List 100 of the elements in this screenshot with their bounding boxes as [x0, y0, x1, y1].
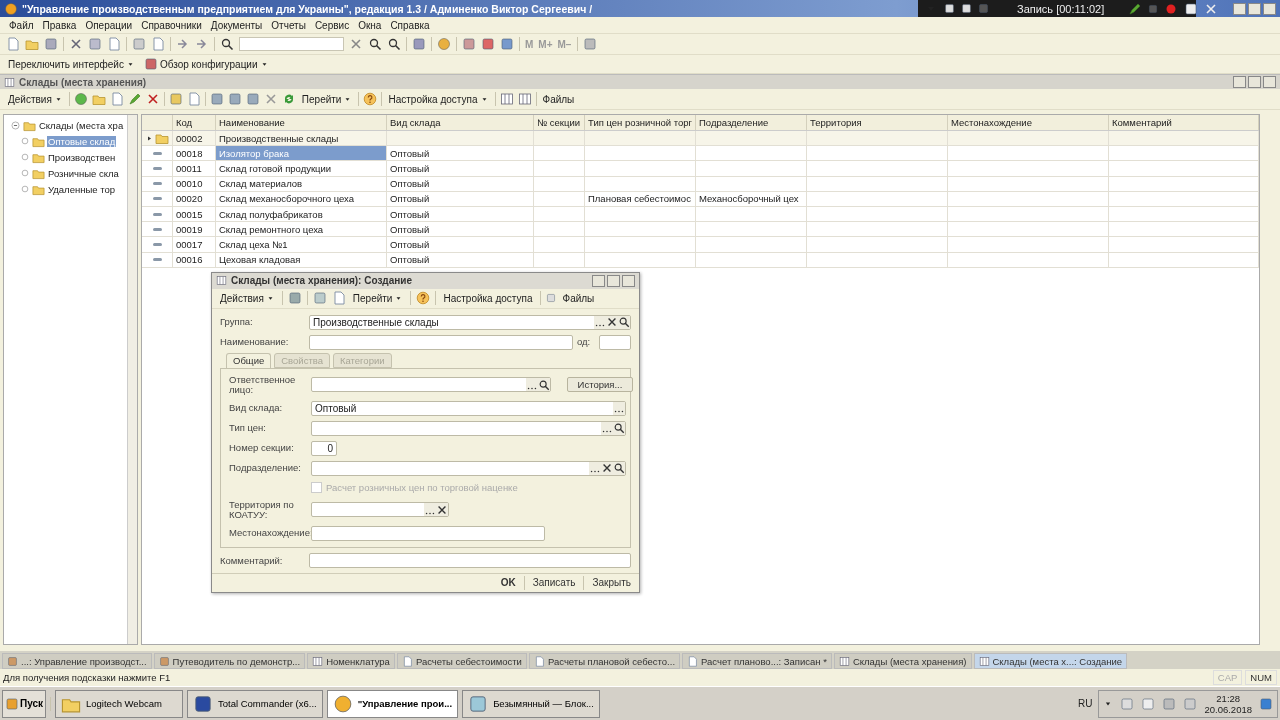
column-header[interactable]: № секции: [534, 115, 585, 130]
lookup-field[interactable]: [311, 377, 551, 393]
tree-item[interactable]: Склады (места хра: [38, 119, 125, 131]
lookup-field[interactable]: Оптовый: [311, 400, 626, 416]
menu-item[interactable]: Окна: [355, 19, 385, 31]
cut-icon[interactable]: [69, 37, 83, 51]
taskbar-button[interactable]: Безымянный — Блок...: [462, 689, 600, 718]
add-folder-icon[interactable]: [91, 92, 106, 106]
search-icon[interactable]: [613, 462, 625, 475]
restore-button[interactable]: [1248, 76, 1261, 88]
minimize-button[interactable]: [592, 274, 605, 287]
taskbar-button[interactable]: Logitech Webcam: [55, 689, 183, 718]
dialog-button[interactable]: Записать: [530, 577, 578, 589]
pencil-icon[interactable]: [1128, 1, 1143, 16]
window-tab[interactable]: Склады (места х...: Создание: [973, 653, 1128, 669]
start-button[interactable]: Пуск: [2, 689, 46, 718]
go-menu[interactable]: Перейти: [299, 93, 355, 105]
window-tab[interactable]: Путеводитель по демонстр...: [153, 653, 306, 669]
taskbar-button[interactable]: Total Commander (x6...: [187, 689, 323, 718]
info-icon[interactable]: [437, 37, 451, 51]
window-tab[interactable]: ...: Управление производст...: [2, 653, 152, 669]
redo-icon[interactable]: [195, 37, 209, 51]
name-field[interactable]: [309, 334, 573, 350]
column-header[interactable]: Комментарий: [1109, 115, 1259, 130]
open-folder-icon[interactable]: [25, 37, 39, 51]
menu-item[interactable]: Справка: [387, 19, 433, 31]
close-button[interactable]: [1263, 76, 1276, 88]
menu-item[interactable]: Сервис: [311, 19, 353, 31]
column-header[interactable]: Тип цен розничной торг: [585, 115, 696, 130]
restore-button[interactable]: [1248, 2, 1261, 15]
menu-item[interactable]: Отчеты: [268, 19, 309, 31]
access-settings-menu[interactable]: Настройка доступа: [386, 93, 491, 105]
column-header[interactable]: Вид склада: [387, 115, 534, 130]
columns-icon[interactable]: [499, 92, 514, 106]
lookup-field[interactable]: [311, 460, 626, 476]
code-field[interactable]: [599, 334, 631, 350]
column-header[interactable]: Код: [173, 115, 216, 130]
column-header[interactable]: Подразделение: [696, 115, 807, 130]
search-icon[interactable]: [220, 37, 234, 51]
collapse-icon[interactable]: [10, 119, 21, 131]
actions-menu[interactable]: Действия: [6, 93, 65, 105]
taskbar-button[interactable]: "Управление прои...: [326, 689, 459, 718]
tab[interactable]: Общие: [226, 352, 272, 368]
help-icon[interactable]: [416, 291, 431, 306]
tree-item[interactable]: Розничные скла: [47, 167, 120, 179]
go-menu[interactable]: Перейти: [350, 292, 406, 304]
tree-item[interactable]: Производствен: [47, 151, 117, 163]
paste-icon[interactable]: [107, 37, 121, 51]
find-next-icon[interactable]: [368, 37, 382, 51]
preview-icon[interactable]: [151, 37, 165, 51]
access-settings-menu[interactable]: Настройка доступа: [441, 292, 535, 304]
window-tab[interactable]: Склады (места хранения): [833, 653, 972, 669]
column-header[interactable]: Местонахождение: [948, 115, 1109, 130]
lookup-field[interactable]: [311, 420, 626, 436]
help-icon[interactable]: [363, 92, 378, 106]
search-icon[interactable]: [618, 316, 630, 329]
actions-menu[interactable]: Действия: [218, 292, 277, 304]
find-prev-icon[interactable]: [387, 37, 401, 51]
switch-interface-menu[interactable]: Переключить интерфейс: [6, 58, 137, 70]
clock[interactable]: 21:28 20.06.2018: [1204, 692, 1252, 715]
scrollbar[interactable]: [127, 115, 137, 644]
menu-item[interactable]: Файл: [6, 19, 37, 31]
language-indicator[interactable]: RU: [1078, 698, 1093, 709]
group-field[interactable]: Производственные склады: [309, 314, 631, 330]
lookup-field[interactable]: [311, 502, 449, 518]
maximize-button[interactable]: [607, 274, 620, 287]
window-tab[interactable]: Расчеты себестоимости: [396, 653, 527, 669]
add-icon[interactable]: [73, 92, 88, 106]
menu-item[interactable]: Документы: [207, 19, 266, 31]
level-up-icon[interactable]: [186, 92, 201, 106]
window-tab[interactable]: Расчет планово...: Записан *: [682, 653, 832, 669]
text-field[interactable]: [311, 525, 545, 541]
files-button[interactable]: Файлы: [540, 93, 577, 105]
search-field[interactable]: [239, 37, 344, 51]
close-button[interactable]: [1263, 2, 1276, 15]
close-icon[interactable]: [1204, 1, 1219, 16]
comment-field[interactable]: [309, 553, 631, 569]
edit-icon[interactable]: [127, 92, 142, 106]
minimize-button[interactable]: [1233, 76, 1246, 88]
expand-icon[interactable]: [145, 134, 153, 142]
delete-icon[interactable]: [145, 92, 160, 106]
dialog-button[interactable]: Закрыть: [590, 577, 633, 589]
column-header[interactable]: Наименование: [216, 115, 387, 130]
window-tab[interactable]: Расчеты плановой себесто...: [528, 653, 681, 669]
menu-item[interactable]: Операции: [82, 19, 136, 31]
menu-item[interactable]: Справочники: [138, 19, 205, 31]
menu-item[interactable]: Правка: [39, 19, 80, 31]
minimize-button[interactable]: [1233, 2, 1246, 15]
configuration-overview-button[interactable]: Обзор конфигурации: [141, 57, 271, 71]
tree-item[interactable]: Удаленные тор: [47, 183, 116, 195]
history-button[interactable]: История...: [567, 377, 633, 393]
window-tab[interactable]: Номенклатура: [307, 653, 395, 669]
new-document-icon[interactable]: [6, 37, 20, 51]
filter-off-icon[interactable]: [263, 92, 278, 106]
files-button[interactable]: Файлы: [560, 292, 597, 304]
search-icon[interactable]: [538, 378, 550, 391]
structure-icon[interactable]: [517, 92, 532, 106]
number-field[interactable]: 0: [311, 440, 337, 456]
close-button[interactable]: [622, 274, 635, 287]
search-icon[interactable]: [613, 422, 625, 435]
